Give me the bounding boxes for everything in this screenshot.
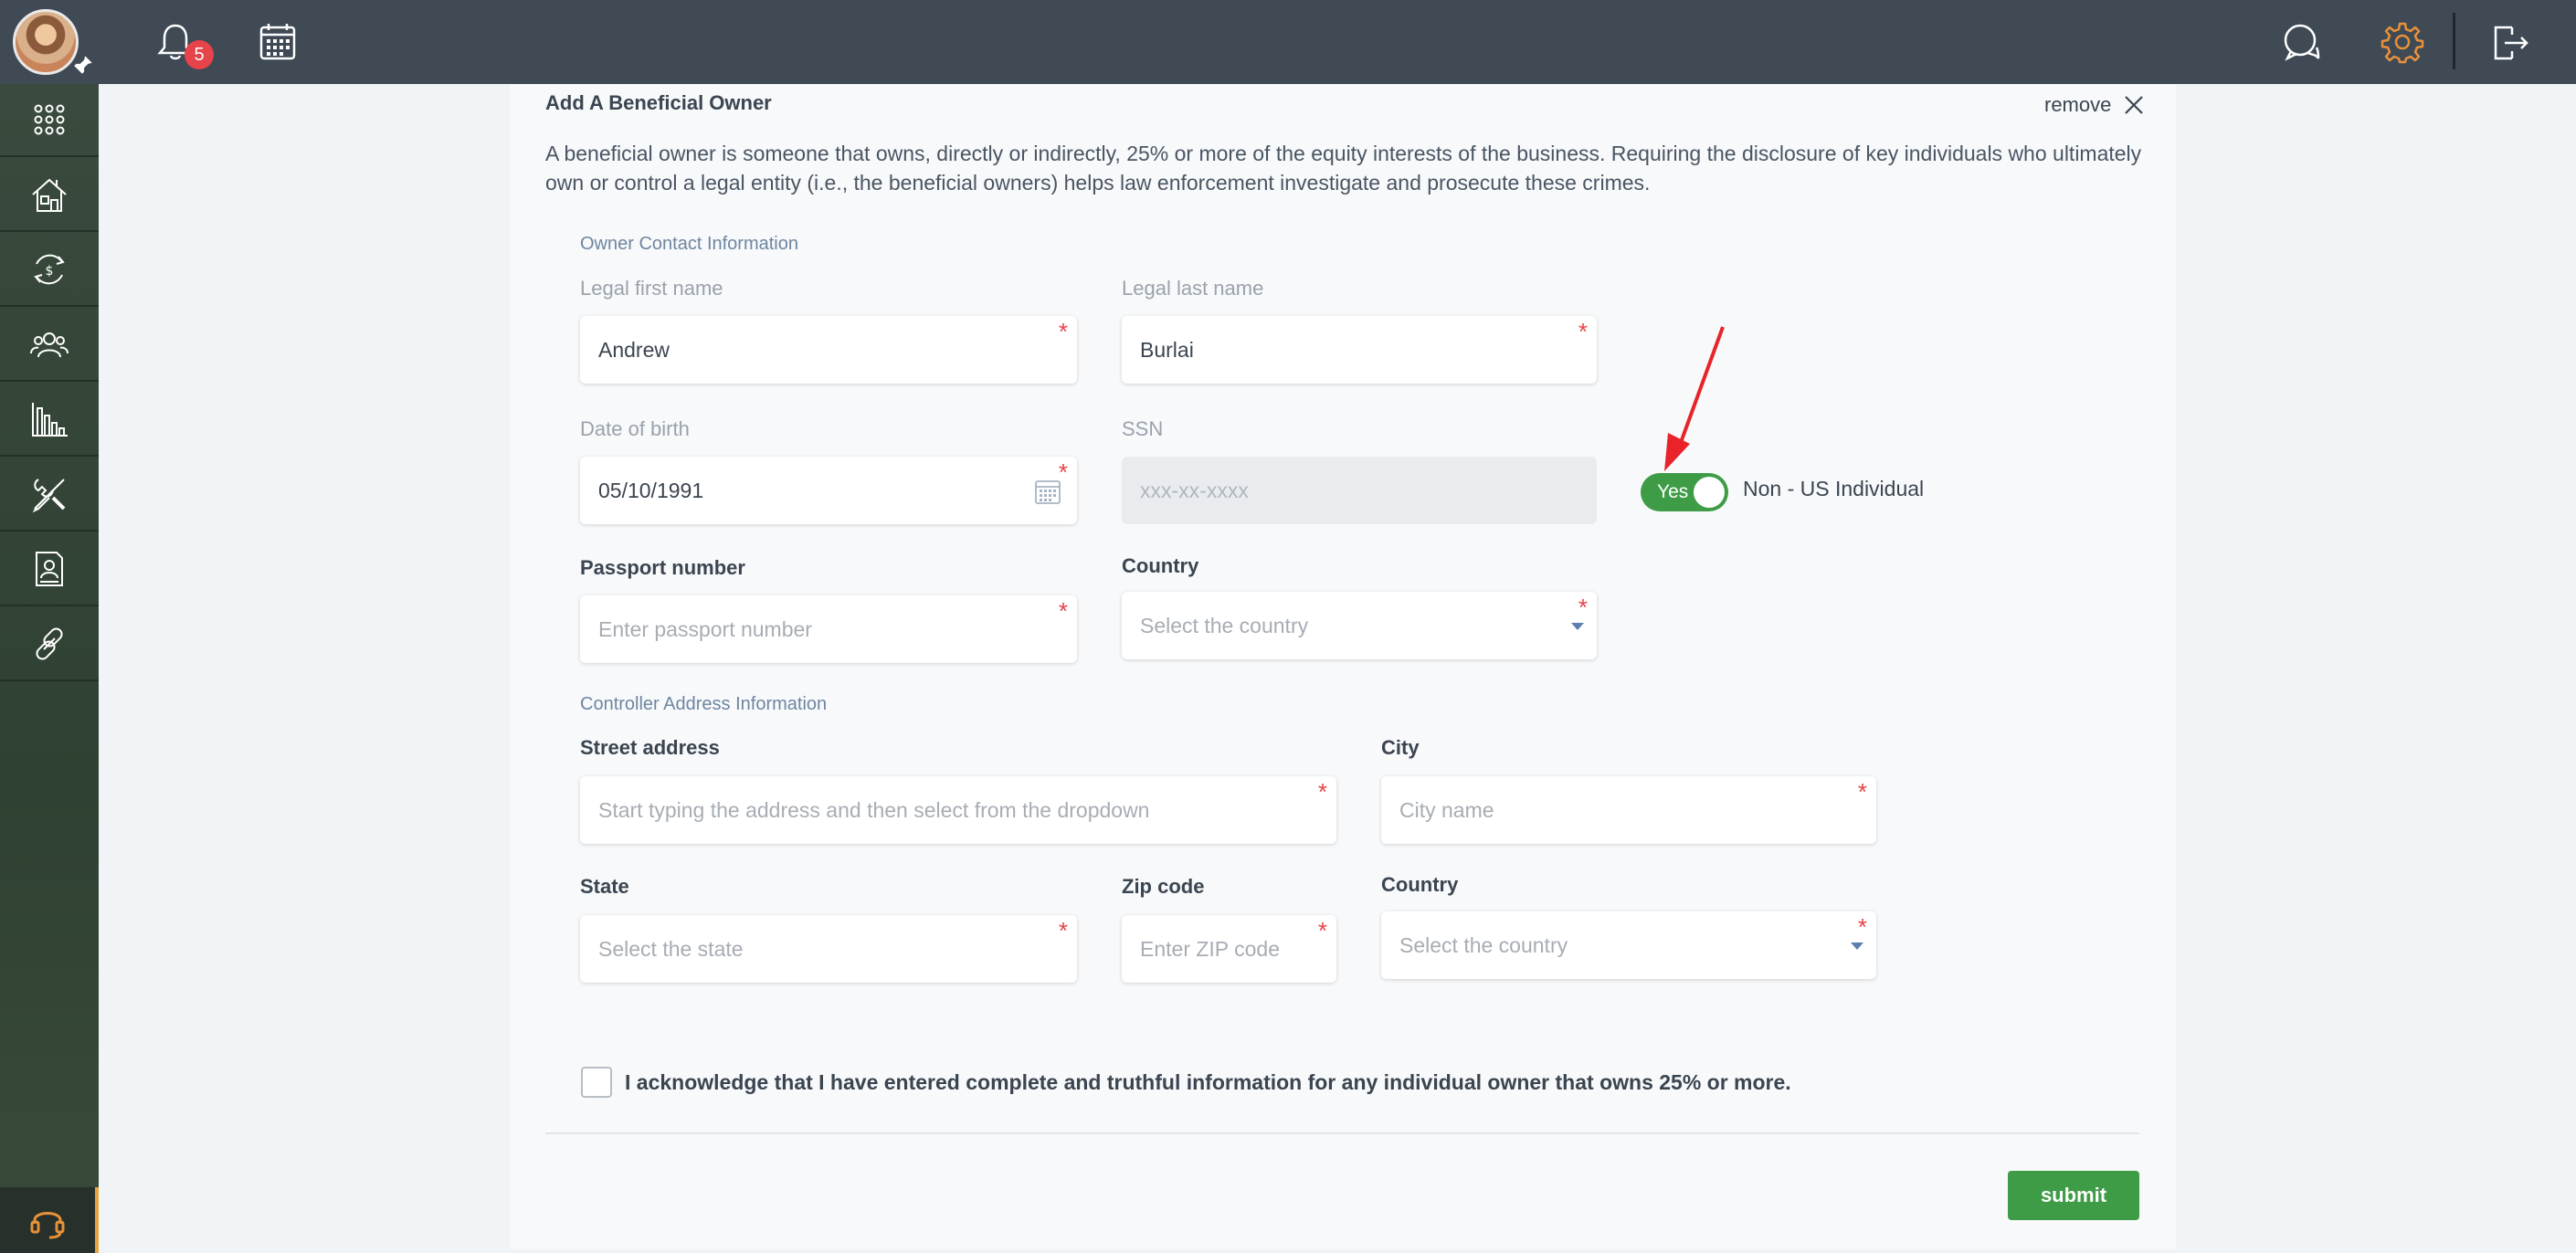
toggle-state-label: Yes <box>1657 481 1689 502</box>
users-icon <box>30 332 69 358</box>
gear-icon[interactable] <box>2379 18 2426 66</box>
dob-field[interactable]: * <box>580 457 1077 524</box>
beneficial-owner-card: Add A Beneficial Owner remove A benefici… <box>510 84 2176 1249</box>
passport-label: Passport number <box>580 556 745 579</box>
non-us-label: Non - US Individual <box>1743 477 1925 500</box>
card-title: Add A Beneficial Owner <box>545 91 772 114</box>
link-icon <box>36 627 63 660</box>
country-select[interactable]: * <box>1122 592 1597 659</box>
tools-icon <box>32 479 66 513</box>
dob-input[interactable] <box>598 478 1059 503</box>
sidebar-item-users[interactable] <box>0 309 99 382</box>
calendar-icon[interactable] <box>254 18 301 66</box>
headset-icon <box>30 1212 65 1239</box>
acknowledge-checkbox[interactable] <box>581 1067 612 1098</box>
state-label: State <box>580 875 629 898</box>
topbar-divider <box>2453 13 2455 69</box>
toggle-knob <box>1694 477 1725 508</box>
owner-section-heading: Owner Contact Information <box>580 234 798 254</box>
house-icon <box>32 178 67 212</box>
sidebar-item-links[interactable] <box>0 608 99 681</box>
zip-field[interactable]: * <box>1122 915 1336 983</box>
address-country-select-input[interactable] <box>1399 932 1858 958</box>
remove-label: remove <box>2044 93 2112 116</box>
last-name-label: Legal last name <box>1122 277 1264 300</box>
address-country-select[interactable]: * <box>1381 911 1876 979</box>
logout-icon[interactable] <box>2485 18 2532 66</box>
required-marker: * <box>1857 913 1867 941</box>
apps-grid-icon <box>34 104 65 135</box>
first-name-input[interactable] <box>598 337 1059 363</box>
sidebar-item-tools[interactable] <box>0 458 99 532</box>
sidebar: $ <box>0 84 99 1253</box>
zip-input[interactable] <box>1140 936 1318 962</box>
avatar[interactable] <box>13 9 79 75</box>
notification-badge: 5 <box>185 40 214 69</box>
required-marker: * <box>1317 778 1327 806</box>
country-label: Country <box>1122 554 1199 577</box>
sidebar-item-reports[interactable] <box>0 384 99 457</box>
required-marker: * <box>1578 594 1588 621</box>
close-icon <box>2125 96 2144 114</box>
last-name-input[interactable] <box>1140 337 1578 363</box>
city-field[interactable]: * <box>1381 776 1876 844</box>
sidebar-item-home[interactable] <box>0 159 99 232</box>
required-marker: * <box>1058 318 1068 345</box>
description: A beneficial owner is someone that owns,… <box>545 142 2142 195</box>
city-input[interactable] <box>1399 797 1858 823</box>
ssn-label: SSN <box>1122 417 1164 440</box>
state-input[interactable] <box>598 936 1059 962</box>
zip-label: Zip code <box>1122 875 1205 898</box>
required-marker: * <box>1578 318 1588 345</box>
passport-input[interactable] <box>598 616 1059 642</box>
required-marker: * <box>1317 917 1327 944</box>
svg-text:$: $ <box>46 264 54 279</box>
ssn-input <box>1140 478 1578 503</box>
sidebar-item-contacts[interactable] <box>0 533 99 606</box>
acknowledge-text: I acknowledge that I have entered comple… <box>625 1070 1791 1094</box>
first-name-label: Legal first name <box>580 277 723 300</box>
sidebar-item-payments[interactable]: $ <box>0 234 99 307</box>
non-us-toggle[interactable]: Yes <box>1641 473 1728 511</box>
required-marker: * <box>1857 778 1867 806</box>
top-bar: 5 <box>0 0 2576 84</box>
support-button[interactable] <box>0 1187 99 1253</box>
chevron-down-icon <box>1571 623 1584 630</box>
address-section-heading: Controller Address Information <box>580 694 828 714</box>
country-select-input[interactable] <box>1140 613 1578 638</box>
red-arrow-annotation <box>1664 326 1725 471</box>
required-marker: * <box>1058 458 1068 486</box>
address-country-label: Country <box>1381 873 1459 896</box>
first-name-field[interactable]: * <box>580 316 1077 384</box>
passport-field[interactable]: * <box>580 595 1077 663</box>
dob-label: Date of birth <box>580 417 690 440</box>
street-input[interactable] <box>598 797 1318 823</box>
street-field[interactable]: * <box>580 776 1336 844</box>
divider <box>545 1132 2139 1134</box>
submit-button[interactable]: submit <box>2008 1171 2139 1220</box>
remove-button[interactable]: remove <box>2044 93 2144 117</box>
required-marker: * <box>1058 917 1068 944</box>
street-label: Street address <box>580 736 720 759</box>
last-name-field[interactable]: * <box>1122 316 1597 384</box>
chat-icon[interactable] <box>2278 18 2326 66</box>
sidebar-item-apps[interactable] <box>0 84 99 157</box>
required-marker: * <box>1058 597 1068 625</box>
bar-chart-icon <box>32 403 68 437</box>
pin-icon[interactable] <box>71 53 95 77</box>
contact-document-icon <box>36 552 63 586</box>
chevron-down-icon <box>1851 942 1863 950</box>
ssn-field <box>1122 457 1597 524</box>
state-field[interactable]: * <box>580 915 1077 983</box>
city-label: City <box>1381 736 1420 759</box>
money-exchange-icon: $ <box>34 254 65 285</box>
